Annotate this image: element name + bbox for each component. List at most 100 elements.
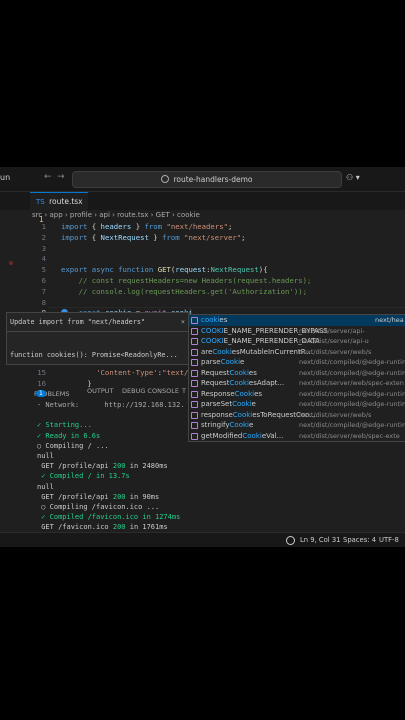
command-center-search[interactable]: route-handlers-demo xyxy=(72,171,342,188)
terminal-line: ✓ Ready in 6.6s xyxy=(37,431,101,440)
suggestion-source: next/hea xyxy=(375,316,404,324)
symbol-icon xyxy=(191,348,198,356)
suggest-widget: cookies next/hea COOKIE_NAME_PRERENDER_BYP… xyxy=(188,314,405,442)
suggestion-item[interactable]: cookies next/hea xyxy=(189,315,405,326)
terminal-line: null xyxy=(37,482,54,491)
suggestion-label: ResponseCookies xyxy=(201,389,263,398)
tab-label: route.tsx xyxy=(49,197,83,206)
cursor-position[interactable]: Ln 9, Col 31 xyxy=(300,536,341,544)
line-number: 5 xyxy=(41,265,46,275)
line-number: 15 xyxy=(37,368,46,377)
line-number: 7 xyxy=(41,286,46,296)
typescript-file-icon: TS xyxy=(36,198,45,206)
tab-debug-console[interactable]: DEBUG CONSOLE xyxy=(122,387,179,395)
suggestion-source: next/dist/compiled/@edge-runtime/coo xyxy=(299,400,405,408)
symbol-icon xyxy=(191,422,198,429)
symbol-icon xyxy=(191,401,198,408)
symbol-icon xyxy=(191,327,198,335)
code-text[interactable]: // const requestHeaders=new Headers(requ… xyxy=(61,276,312,285)
code-text[interactable]: 'Content-Type':"text/h xyxy=(61,368,193,377)
editor-tab-bar: TS route.tsx 1 xyxy=(0,192,405,224)
tab-output[interactable]: OUTPUT xyxy=(87,387,114,395)
suggestion-source: next/dist/compiled/@edge-runtime/coo xyxy=(299,389,405,398)
suggestion-label: areCookiesMutableInCurrentP... xyxy=(201,347,311,356)
line-number: 1 xyxy=(41,222,46,231)
suggestion-source: next/dist/server/api-u xyxy=(299,337,369,345)
suggestion-item[interactable]: stringifyCookie next/dist/compiled/@edge-… xyxy=(189,420,405,431)
suggestion-item[interactable]: parseCookie next/dist/compiled/@edge-runt… xyxy=(189,357,405,368)
forward-arrow-icon[interactable]: → xyxy=(57,172,65,182)
suggestion-item[interactable]: COOKIE_NAME_PRERENDER_DATA next/dist/serv… xyxy=(189,336,405,347)
symbol-icon xyxy=(191,432,198,440)
vscode-window: un ← → route-handlers-demo ⚇ ▾ TS route.… xyxy=(0,167,405,547)
suggestion-item[interactable]: areCookiesMutableInCurrentP... next/dist/… xyxy=(189,347,405,358)
suggestion-source: next/dist/server/web/spec-exten xyxy=(299,379,404,387)
suggestion-label: RequestCookies xyxy=(201,368,257,377)
tab-more[interactable]: T xyxy=(182,387,186,395)
symbol-icon xyxy=(191,411,198,419)
encoding[interactable]: UTF-8 xyxy=(379,536,399,544)
update-import-action[interactable]: Update import from "next/headers" xyxy=(10,318,145,326)
terminal-line: GET /profile/api 200 in 2480ms xyxy=(37,462,168,471)
suggestion-source: next/dist/compiled/@edge-runtime/coo xyxy=(299,358,405,366)
suggestion-item[interactable]: ResponseCookies next/dist/compiled/@edge-… xyxy=(189,389,405,400)
suggestion-label: cookies xyxy=(201,316,228,324)
breadcrumb[interactable]: src › app › profile › api › route.tsx › … xyxy=(32,211,200,219)
terminal-line: null xyxy=(37,452,54,460)
line-number: 2 xyxy=(41,232,46,242)
breakpoint-dot[interactable] xyxy=(9,260,13,265)
search-icon xyxy=(161,175,170,183)
copilot-icon[interactable]: ⚇ ▾ xyxy=(346,173,360,182)
problems-badge: 1 xyxy=(36,390,46,397)
code-text[interactable]: // console.log(requestHeaders.get('Autho… xyxy=(61,287,307,296)
suggestion-label: parseCookie xyxy=(201,358,245,366)
suggestion-label: getModifiedCookieVal... xyxy=(201,431,284,440)
line-number: 8 xyxy=(41,297,46,307)
symbol-icon xyxy=(191,359,198,366)
terminal-line: ✓ Starting... xyxy=(37,421,92,430)
suggestion-item[interactable]: responseCookiesToRequestCoo... next/dist/… xyxy=(189,410,405,421)
suggestion-source: next/dist/server/web/spec-exte xyxy=(299,431,400,440)
menu-fragment[interactable]: un xyxy=(0,173,10,182)
symbol-icon xyxy=(191,338,198,345)
line-number: 4 xyxy=(41,254,46,264)
code-text[interactable]: export async function GET(request:NextRe… xyxy=(61,265,268,274)
workspace-name: route-handlers-demo xyxy=(173,175,253,184)
suggestion-source: next/dist/server/web/s xyxy=(299,347,372,356)
title-bar: un ← → route-handlers-demo ⚇ ▾ xyxy=(0,167,405,192)
line-number: 6 xyxy=(41,276,46,285)
code-text[interactable]: import { NextRequest } from "next/server… xyxy=(61,233,246,242)
hover-widget: Update import from "next/headers" × func… xyxy=(6,312,190,365)
terminal-line: - Network: http://192.168.132. xyxy=(37,401,185,409)
symbol-icon xyxy=(191,390,198,398)
suggestion-item[interactable]: RequestCookies next/dist/compiled/@edge-r… xyxy=(189,368,405,379)
zoom-icon[interactable] xyxy=(286,536,295,545)
suggestion-source: next/dist/compiled/@edge-runtime/coo xyxy=(299,421,405,429)
quick-fix-row[interactable]: Update import from "next/headers" × xyxy=(7,313,189,332)
suggestion-label: parseSetCookie xyxy=(201,400,256,408)
suggestion-source: next/dist/server/web/s xyxy=(299,410,372,419)
terminal-line: ✓ Compiled /favicon.ico in 1274ms xyxy=(37,513,181,522)
terminal-line: ○ Compiling /favicon.ico ... xyxy=(37,503,160,511)
suggestion-label: RequestCookiesAdapt... xyxy=(201,379,285,387)
suggestion-item[interactable]: parseSetCookie next/dist/compiled/@edge-r… xyxy=(189,399,405,410)
line-number: 3 xyxy=(41,243,46,253)
terminal-line: ✓ Compiled / in 13.7s xyxy=(37,472,130,481)
indentation[interactable]: Spaces: 4 xyxy=(343,536,376,544)
symbol-icon xyxy=(191,317,198,324)
symbol-icon xyxy=(191,380,198,387)
back-arrow-icon[interactable]: ← xyxy=(44,172,52,182)
suggestion-item[interactable]: RequestCookiesAdapt... next/dist/server/w… xyxy=(189,378,405,389)
suggestion-item[interactable]: COOKIE_NAME_PRERENDER_BYPASS next/dist/se… xyxy=(189,326,405,337)
status-bar: Ln 9, Col 31 Spaces: 4 UTF-8 xyxy=(0,532,405,547)
terminal-line: GET /profile/api 200 in 90ms xyxy=(37,492,160,501)
tab-route-tsx[interactable]: TS route.tsx 1 xyxy=(30,192,88,224)
function-signature: function cookies(): Promise<ReadonlyRe..… xyxy=(10,351,178,359)
suggestion-item[interactable]: getModifiedCookieVal... next/dist/server/… xyxy=(189,431,405,442)
code-text[interactable]: import { headers } from "next/headers"; xyxy=(61,222,232,231)
suggestion-label: stringifyCookie xyxy=(201,421,254,429)
close-icon[interactable]: × xyxy=(181,313,185,331)
panel-tabs: PROBLEMS 1 OUTPUT DEBUG CONSOLE T xyxy=(34,387,186,398)
suggestion-source: next/dist/server/api- xyxy=(299,326,365,335)
suggestion-source: next/dist/compiled/@edge-runtime/coo xyxy=(299,368,405,377)
